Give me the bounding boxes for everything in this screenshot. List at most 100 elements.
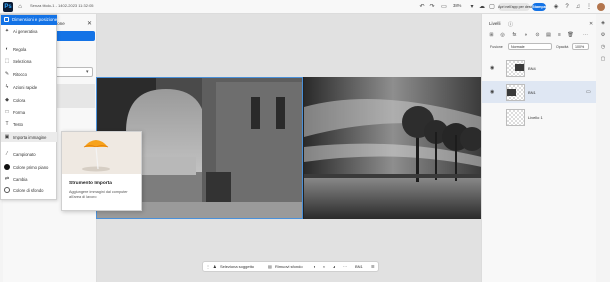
gift-icon[interactable]: ◈ bbox=[552, 3, 560, 11]
comments-icon[interactable]: ▢ bbox=[599, 55, 607, 63]
top-bar: Ps ⌂ Senza titolo-1 - 1402-2023 11:32:05… bbox=[0, 0, 610, 14]
lightning-icon: ϟ bbox=[5, 84, 9, 90]
home-icon[interactable]: ⌂ bbox=[16, 3, 24, 11]
menu-item-label: Cambia bbox=[13, 176, 28, 182]
menu-item-retouch[interactable]: ✎ Ritocco bbox=[1, 69, 57, 79]
menu-item-shape[interactable]: □ Forma bbox=[1, 107, 57, 117]
more-button[interactable]: ··· bbox=[343, 264, 347, 269]
menu-item-label: Campionato bbox=[13, 151, 36, 157]
menu-item-quick-actions[interactable]: ϟ Azioni rapide bbox=[1, 82, 57, 92]
redo-icon[interactable]: ↷ bbox=[428, 3, 436, 11]
tooltip-description: Aggiungere immagini dal computer all'are… bbox=[69, 190, 128, 199]
properties-icon[interactable]: ⚙ bbox=[599, 31, 607, 39]
eyedropper-icon: ⁄ bbox=[6, 151, 8, 157]
stack-icon[interactable]: ≡ bbox=[556, 32, 563, 39]
link-icon[interactable]: ⊙ bbox=[534, 32, 541, 39]
eye-icon[interactable]: ◉ bbox=[490, 89, 494, 95]
layers-panel: Livelli ⓘ ✕ ⊞ ◎ fx ◑ ⊙ ▤ ≡ 🗑 ⋯ Fusione N… bbox=[481, 14, 596, 282]
tooltip-title: Strumento Importa bbox=[69, 181, 112, 186]
eye-icon[interactable]: ◉ bbox=[490, 65, 494, 71]
background-color-icon bbox=[4, 187, 10, 193]
fit-icon[interactable]: ▭ bbox=[440, 3, 448, 11]
close-icon[interactable]: ✕ bbox=[589, 21, 593, 27]
close-icon[interactable]: ✕ bbox=[87, 20, 92, 27]
select-icon: ⬚ bbox=[4, 58, 10, 64]
layer-name[interactable]: Livello 1 bbox=[528, 115, 543, 120]
layer-thumbnail bbox=[506, 60, 525, 77]
menu-item-sample[interactable]: ⁄ Campionato bbox=[1, 149, 57, 159]
settings-icon[interactable]: ☰ bbox=[371, 264, 375, 269]
menu-item-adjust[interactable]: ◐ Regola bbox=[1, 44, 57, 54]
menu-item-background-color[interactable]: Colore di sfondo bbox=[1, 185, 57, 195]
more-icon[interactable]: ⋯ bbox=[582, 32, 589, 39]
apps-grid-icon[interactable]: ⋮ bbox=[585, 3, 593, 11]
opacity-field[interactable]: 100% bbox=[572, 43, 589, 50]
layer-row[interactable]: ◉ BN4 bbox=[482, 57, 596, 79]
chevron-down-icon: ▾ bbox=[86, 69, 89, 75]
add-layer-icon[interactable]: ⊞ bbox=[488, 32, 495, 39]
menu-item-label: Colora bbox=[13, 97, 26, 103]
cloud-icon[interactable]: ☁ bbox=[478, 3, 486, 11]
chevron-down-icon[interactable]: ▾ bbox=[468, 3, 476, 11]
layer-name[interactable]: BN4 bbox=[528, 66, 536, 71]
move-icon bbox=[4, 17, 9, 22]
menu-item-label: Colore di sfondo bbox=[13, 187, 44, 193]
info-icon[interactable]: ⓘ bbox=[508, 21, 513, 28]
history-icon[interactable]: ◷ bbox=[599, 43, 607, 51]
layers-icon[interactable]: ◈ bbox=[599, 19, 607, 27]
swap-icon: ⇄ bbox=[4, 176, 10, 182]
remove-background-icon: ▤ bbox=[268, 264, 272, 269]
layer-thumbnail bbox=[506, 109, 525, 126]
menu-item-import-image[interactable]: ▣ Importa immagine bbox=[1, 132, 57, 142]
menu-item-generative-ai[interactable]: ✦ Ai generativa bbox=[1, 26, 57, 36]
share-button[interactable]: Stampa bbox=[532, 3, 546, 11]
group-icon[interactable]: ▤ bbox=[545, 32, 552, 39]
app-window: Ps ⌂ Senza titolo-1 - 1402-2023 11:32:05… bbox=[0, 0, 610, 282]
bell-icon[interactable]: ♫ bbox=[574, 3, 582, 11]
menu-header-label: Dimensioni e posizione bbox=[12, 17, 58, 22]
menu-item-select[interactable]: ⬚ Seleziona bbox=[1, 56, 57, 66]
layer-row-selected[interactable]: ◉ BN1 ▭ bbox=[482, 81, 596, 103]
layer-row[interactable]: Livello 1 bbox=[482, 106, 596, 128]
menu-item-text[interactable]: T Testo bbox=[1, 119, 57, 129]
layer-name[interactable]: BN1 bbox=[528, 90, 536, 95]
opacity-label: Opacità bbox=[556, 45, 569, 49]
menu-item-label: Seleziona bbox=[13, 58, 32, 64]
select-subject-button[interactable]: Seleziona soggetto bbox=[220, 264, 254, 269]
menu-item-label: Testo bbox=[13, 121, 24, 127]
adjust-icon: ◐ bbox=[5, 46, 9, 52]
avatar[interactable] bbox=[597, 3, 605, 11]
layer-thumbnail bbox=[506, 84, 525, 101]
remove-background-button[interactable]: Rimuovi sfondo bbox=[275, 264, 303, 269]
layer-thumbnail-image bbox=[507, 89, 516, 96]
sparkle-icon: ✦ bbox=[4, 28, 10, 34]
umbrella-illustration bbox=[82, 140, 110, 172]
menu-item-label: Azioni rapide bbox=[13, 84, 38, 90]
adjustment-layer-icon[interactable]: ◎ bbox=[499, 32, 506, 39]
menu-item-dimensions[interactable]: Dimensioni e posizione bbox=[1, 15, 57, 25]
brush-icon: ✎ bbox=[4, 71, 10, 77]
properties-primary-button[interactable] bbox=[51, 31, 95, 41]
trash-icon[interactable]: 🗑 bbox=[567, 32, 574, 39]
help-icon[interactable]: ? bbox=[563, 3, 571, 11]
contextual-task-bar: ⋮ ♟ Seleziona soggetto ▤ Rimuovi sfondo … bbox=[202, 261, 379, 272]
blend-mode-label: Fusione bbox=[490, 45, 503, 49]
photoshop-logo[interactable]: Ps bbox=[3, 2, 13, 12]
menu-item-label: Regola bbox=[13, 46, 27, 52]
menu-item-foreground-color[interactable]: Colore primo piano bbox=[1, 162, 57, 172]
blend-mode-select[interactable]: Normale bbox=[508, 43, 552, 50]
mask-icon[interactable]: ◑ bbox=[313, 264, 315, 269]
mask-icon[interactable]: ◑ bbox=[522, 32, 529, 39]
menu-item-color[interactable]: ◆ Colora bbox=[1, 95, 57, 105]
zoom-level[interactable]: 38% bbox=[453, 3, 461, 8]
fx-icon[interactable]: fx bbox=[511, 32, 518, 39]
open-desktop-button[interactable]: Apri nell'app per desktop bbox=[498, 3, 537, 11]
menu-item-swap[interactable]: ⇄ Cambia bbox=[1, 174, 57, 184]
adjust-icon[interactable]: ◐ bbox=[323, 264, 325, 269]
comment-icon[interactable]: ▢ bbox=[488, 3, 496, 11]
drag-handle-icon[interactable]: ⋮ bbox=[206, 264, 210, 269]
undo-icon[interactable]: ↶ bbox=[418, 3, 426, 11]
lock-icon[interactable]: ▭ bbox=[586, 89, 591, 95]
layer-name-label[interactable]: BN1 bbox=[355, 264, 363, 269]
effects-icon[interactable]: ◕ bbox=[333, 264, 335, 269]
